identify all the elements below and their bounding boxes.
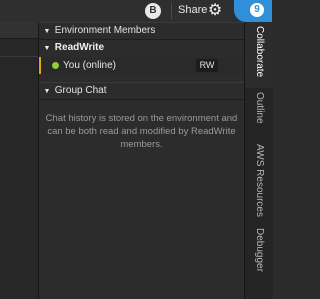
share-button[interactable]: Share xyxy=(178,4,207,16)
member-permission-badge[interactable]: RW xyxy=(196,59,218,72)
tab-outline[interactable]: Outline xyxy=(245,88,273,140)
member-name: You (online) xyxy=(63,60,117,71)
editor-pane xyxy=(0,22,38,299)
group-readwrite-label: ReadWrite xyxy=(54,42,105,53)
top-toolbar: B Share ⚙ 9 xyxy=(0,0,272,23)
tab-debugger[interactable]: Debugger xyxy=(245,224,273,284)
tab-debugger-label: Debugger xyxy=(254,228,265,272)
tab-aws-resources-label: AWS Resources xyxy=(254,144,265,217)
toolbar-divider xyxy=(171,3,172,19)
collapse-triangle-icon: ▼ xyxy=(43,28,51,35)
tab-aws-resources[interactable]: AWS Resources xyxy=(245,140,273,220)
collapse-triangle-icon: ▼ xyxy=(43,88,51,95)
user-avatar[interactable]: B xyxy=(145,3,161,19)
group-chat-header[interactable]: ▼ Group Chat xyxy=(39,82,244,100)
environment-members-label: Environment Members xyxy=(54,25,156,36)
cloud-badge: 9 xyxy=(250,3,264,17)
chat-info-text: Chat history is stored on the environmen… xyxy=(45,113,238,150)
member-row[interactable]: You (online) RW xyxy=(39,57,246,74)
environment-members-header[interactable]: ▼ Environment Members xyxy=(39,22,244,40)
tab-collaborate[interactable]: Collaborate xyxy=(245,22,273,88)
right-tab-bar: Collaborate Outline AWS Resources Debugg… xyxy=(244,22,273,299)
group-readwrite[interactable]: ▼ ReadWrite xyxy=(39,41,244,55)
collapse-triangle-icon: ▼ xyxy=(43,45,51,52)
editor-row-divider xyxy=(0,56,38,57)
cloud-icon[interactable]: 9 xyxy=(234,0,272,22)
collaborate-panel: ▼ Environment Members ▼ ReadWrite You (o… xyxy=(39,22,246,299)
group-chat-label: Group Chat xyxy=(54,85,107,96)
editor-tab-bar xyxy=(0,22,38,39)
tab-outline-label: Outline xyxy=(254,92,265,124)
tab-collaborate-label: Collaborate xyxy=(254,26,265,78)
online-status-icon xyxy=(52,62,59,69)
gear-icon[interactable]: ⚙ xyxy=(205,0,225,22)
